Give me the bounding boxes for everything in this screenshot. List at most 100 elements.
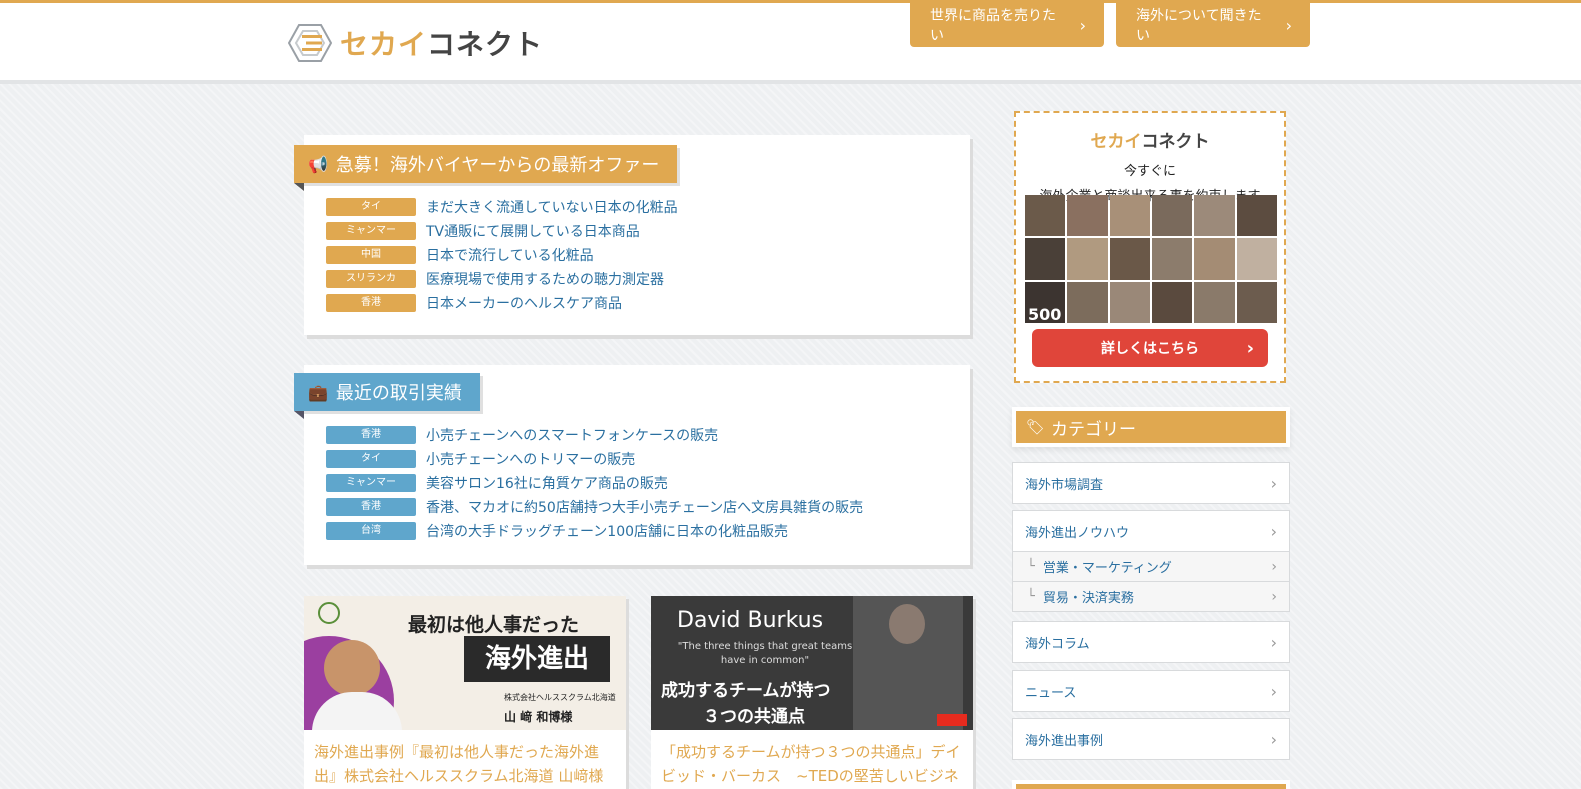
list-item[interactable]: タイ 小売チェーンへのトリマーの販売 xyxy=(326,447,863,471)
country-badge: 香港 xyxy=(326,498,416,516)
sell-worldwide-label: 世界に商品を売りたい xyxy=(930,8,1056,44)
thumb-name: 山 﨑 和博様 xyxy=(504,710,573,724)
article-thumbnail[interactable]: David Burkus "The three things that grea… xyxy=(651,596,973,730)
article-card[interactable]: 最初は他人事だった 海外進出 株式会社ヘルススクラム北海道 山 﨑 和博様 海外… xyxy=(304,596,626,789)
category-label: 貿易・決済実務 xyxy=(1042,591,1134,606)
article-title[interactable]: 海外進出事例『最初は他人事だった海外進出』株式会社ヘルススクラム北海道 山﨑様 xyxy=(304,730,626,789)
country-badge: ミャンマー xyxy=(326,222,416,240)
category-label: 海外進出事例 xyxy=(1025,733,1104,749)
category-label: 海外進出ノウハウ xyxy=(1025,525,1130,541)
offer-link[interactable]: 医療現場で使用するための聴力測定器 xyxy=(426,269,664,289)
deals-heading: 💼 最近の取引実績 xyxy=(294,373,480,419)
category-heading-bar: 🏷 カテゴリー xyxy=(1016,411,1286,443)
category-item-sales-marketing[interactable]: └ 営業・マーケティング › xyxy=(1012,552,1290,582)
company-logo-icon xyxy=(318,602,340,624)
thumb-company: 株式会社ヘルススクラム北海道 xyxy=(504,693,616,702)
thumb-name: David Burkus xyxy=(677,608,824,633)
chevron-right-icon: › xyxy=(1246,337,1254,359)
country-badge: 中国 xyxy=(326,246,416,264)
deals-panel: 💼 最近の取引実績 香港 小売チェーンへのスマートフォンケースの販売 タイ 小売チェ… xyxy=(294,365,970,565)
ask-overseas-button[interactable]: 海外について聞きたい › xyxy=(1116,3,1310,47)
chevron-right-icon: › xyxy=(1270,473,1277,493)
chevron-right-icon: › xyxy=(1271,558,1277,575)
sell-worldwide-button[interactable]: 世界に商品を売りたい › xyxy=(910,3,1104,47)
list-item[interactable]: 中国 日本で流行している化粧品 xyxy=(326,243,678,267)
offer-link[interactable]: TV通販にて展開している日本商品 xyxy=(426,221,640,241)
list-item[interactable]: ミャンマー TV通販にて展開している日本商品 xyxy=(326,219,678,243)
category-heading: 🏷 カテゴリー xyxy=(1012,407,1290,447)
tree-branch-icon: └ xyxy=(1027,589,1035,604)
person-photo xyxy=(324,640,380,696)
list-item[interactable]: 香港 小売チェーンへのスマートフォンケースの販売 xyxy=(326,423,863,447)
offer-link[interactable]: 日本で流行している化粧品 xyxy=(426,245,594,265)
logo-text: セカイコネクト xyxy=(340,23,543,63)
article-title[interactable]: 「成功するチームが持つ３つの共通点」デイビッド・バーカス ~TEDの堅苦しいビジ… xyxy=(651,730,973,789)
site-logo[interactable]: セカイコネクト xyxy=(288,23,543,63)
article-thumbnail[interactable]: 最初は他人事だった 海外進出 株式会社ヘルススクラム北海道 山 﨑 和博様 xyxy=(304,596,626,730)
deal-link[interactable]: 香港、マカオに約50店舗持つ大手小売チェーン店へ文房具雑貨の販売 xyxy=(426,497,863,517)
briefcase-icon: 💼 xyxy=(308,382,328,402)
logo-text-part1: セカイ xyxy=(340,28,428,61)
list-item[interactable]: タイ まだ大きく流通していない日本の化粧品 xyxy=(326,195,678,219)
category-label: 営業・マーケティング xyxy=(1042,561,1172,576)
ad-logo-part1: セカイ xyxy=(1090,132,1142,152)
category-title: カテゴリー xyxy=(1051,419,1137,440)
sidebar-ad-banner[interactable]: セカイコネクト 今すぐに 海外企業と商談出来る事を約束します 500 詳しくはこ… xyxy=(1014,111,1286,383)
category-item-overseas-column[interactable]: 海外コラム › xyxy=(1012,621,1290,663)
ad-details-label: 詳しくはこちら xyxy=(1101,341,1199,357)
category-label: 海外コラム xyxy=(1025,636,1090,652)
thumb-line1: 成功するチームが持つ xyxy=(661,681,831,701)
thumb-line1: 最初は他人事だった xyxy=(408,614,580,636)
ad-line1: 今すぐに xyxy=(1123,164,1176,179)
offers-panel: 📢 急募！海外バイヤーからの最新オファー タイ まだ大きく流通していない日本の化粧… xyxy=(294,135,970,335)
deal-link[interactable]: 台湾の大手ドラッグチェーン100店舗に日本の化粧品販売 xyxy=(426,521,788,541)
country-badge: 台湾 xyxy=(326,522,416,540)
category-item-news[interactable]: ニュース › xyxy=(1012,670,1290,712)
offers-heading: 📢 急募！海外バイヤーからの最新オファー xyxy=(294,145,678,191)
next-widget-heading xyxy=(1012,780,1290,789)
next-widget-heading-bar xyxy=(1016,784,1286,789)
chevron-right-icon: › xyxy=(1285,15,1292,35)
chevron-right-icon: › xyxy=(1270,521,1277,541)
article-card[interactable]: David Burkus "The three things that grea… xyxy=(651,596,973,789)
country-badge: タイ xyxy=(326,450,416,468)
category-item-trade-settlement[interactable]: └ 貿易・決済実務 › xyxy=(1012,582,1290,612)
tree-branch-icon: └ xyxy=(1027,559,1035,574)
ad-logo: セカイコネクト xyxy=(1016,127,1284,152)
thumb-line2: ３つの共通点 xyxy=(703,707,805,727)
deal-link[interactable]: 小売チェーンへのスマートフォンケースの販売 xyxy=(426,425,718,445)
category-item-case-studies[interactable]: 海外進出事例 › xyxy=(1012,718,1290,760)
category-item-market-research[interactable]: 海外市場調査 › xyxy=(1012,462,1290,504)
ted-logo-icon xyxy=(937,714,967,726)
tags-icon: 🏷 xyxy=(1026,418,1046,436)
country-badge: ミャンマー xyxy=(326,474,416,492)
ad-logo-part2: コネクト xyxy=(1141,132,1210,152)
chevron-right-icon: › xyxy=(1270,729,1277,749)
deal-link[interactable]: 美容サロン16社に角質ケア商品の販売 xyxy=(426,473,668,493)
ad-count: 500 xyxy=(1028,305,1062,324)
chevron-right-icon: › xyxy=(1079,15,1086,35)
ask-overseas-label: 海外について聞きたい xyxy=(1136,8,1262,44)
deal-link[interactable]: 小売チェーンへのトリマーの販売 xyxy=(426,449,635,469)
chevron-right-icon: › xyxy=(1271,588,1277,605)
list-item[interactable]: 台湾 台湾の大手ドラッグチェーン100店舗に日本の化粧品販売 xyxy=(326,519,863,543)
logo-text-part2: コネクト xyxy=(427,28,544,61)
chevron-right-icon: › xyxy=(1270,681,1277,701)
offer-link[interactable]: まだ大きく流通していない日本の化粧品 xyxy=(426,197,678,217)
list-item[interactable]: スリランカ 医療現場で使用するための聴力測定器 xyxy=(326,267,678,291)
category-item-expansion-knowhow[interactable]: 海外進出ノウハウ › xyxy=(1012,510,1290,552)
category-label: ニュース xyxy=(1025,685,1077,701)
country-badge: 香港 xyxy=(326,426,416,444)
ad-details-button[interactable]: 詳しくはこちら › xyxy=(1032,329,1268,367)
ad-photo-grid xyxy=(1025,195,1277,323)
country-badge: 香港 xyxy=(326,294,416,312)
list-item[interactable]: 香港 香港、マカオに約50店舗持つ大手小売チェーン店へ文房具雑貨の販売 xyxy=(326,495,863,519)
deals-list: 香港 小売チェーンへのスマートフォンケースの販売 タイ 小売チェーンへのトリマーの販… xyxy=(326,423,863,543)
chevron-right-icon: › xyxy=(1270,632,1277,652)
country-badge: タイ xyxy=(326,198,416,216)
offer-link[interactable]: 日本メーカーのヘルスケア商品 xyxy=(426,293,622,313)
list-item[interactable]: ミャンマー 美容サロン16社に角質ケア商品の販売 xyxy=(326,471,863,495)
site-header: セカイコネクト 世界に商品を売りたい › 海外について聞きたい › xyxy=(0,0,1581,84)
offers-title: 急募！海外バイヤーからの最新オファー xyxy=(335,155,660,176)
list-item[interactable]: 香港 日本メーカーのヘルスケア商品 xyxy=(326,291,678,315)
